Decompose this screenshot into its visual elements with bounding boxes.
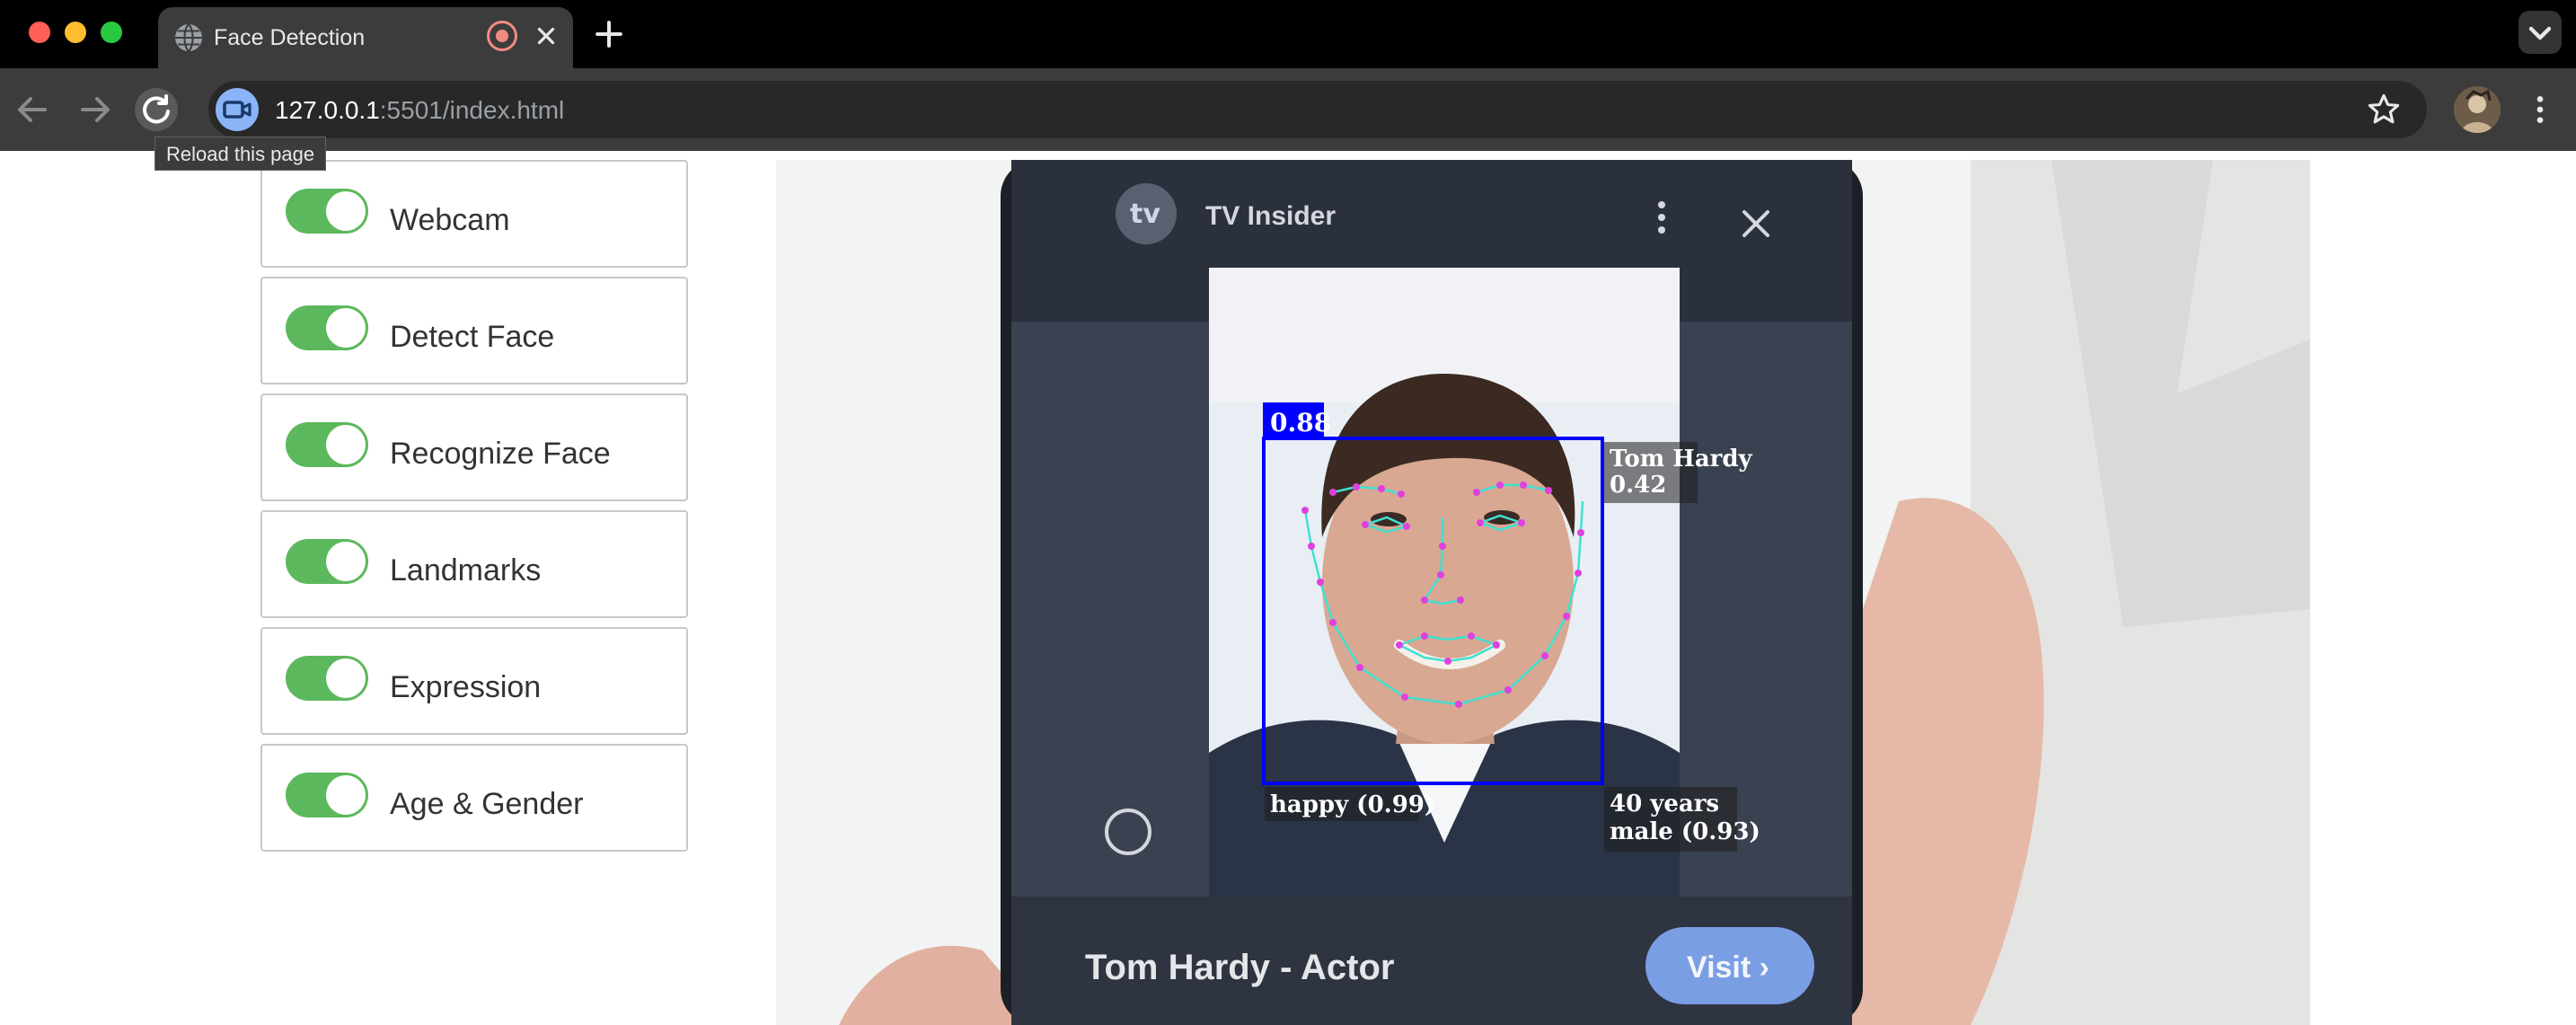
control-label: Landmarks (390, 553, 542, 588)
controls-panel: Webcam Detect Face Recognize Face Landma… (260, 160, 688, 861)
webcam-video: tv TV Insider Tom Hardy - Actor Visit › (776, 160, 2310, 1025)
arrow-right-icon[interactable] (74, 88, 117, 131)
reload-button[interactable] (135, 88, 178, 131)
control-label: Detect Face (390, 320, 555, 354)
webcam-toggle[interactable] (286, 189, 368, 234)
control-expression: Expression (260, 627, 688, 735)
toggle-knob (326, 658, 366, 698)
camera-icon (223, 101, 251, 119)
window-close-button[interactable] (29, 22, 50, 43)
age-gender-toggle[interactable] (286, 773, 368, 817)
recognized-confidence: 0.42 (1610, 472, 1666, 499)
control-detect-face: Detect Face (260, 277, 688, 384)
toggle-knob (326, 425, 366, 464)
phone-caption: Tom Hardy - Actor (1085, 948, 1394, 987)
expression-toggle[interactable] (286, 656, 368, 701)
phone-app-name: TV Insider (1205, 201, 1336, 231)
globe-icon (175, 23, 202, 52)
svg-text:tv: tv (1130, 199, 1160, 230)
webcam-frame: tv TV Insider Tom Hardy - Actor Visit › (776, 160, 2310, 1025)
age-label: 40 years (1610, 791, 1719, 817)
star-icon[interactable] (2364, 90, 2404, 129)
tab-bar: Face Detection (0, 0, 2576, 68)
tab-title: Face Detection (214, 25, 366, 50)
control-landmarks: Landmarks (260, 510, 688, 618)
control-age-gender: Age & Gender (260, 744, 688, 852)
url-host: 127.0.0.1 (275, 96, 380, 124)
close-icon[interactable] (530, 20, 562, 52)
recognize-face-toggle[interactable] (286, 422, 368, 467)
control-label: Expression (390, 670, 542, 704)
control-webcam: Webcam (260, 160, 688, 268)
control-label: Age & Gender (390, 787, 584, 821)
avatar-icon (2454, 86, 2501, 133)
url-text[interactable]: 127.0.0.1:5501/index.html (275, 96, 564, 125)
reload-tooltip: Reload this page (154, 137, 327, 171)
browser-tab[interactable]: Face Detection (158, 7, 573, 68)
toggle-knob (326, 542, 366, 581)
gender-label: male (0.93) (1610, 818, 1760, 845)
browser-toolbar: 127.0.0.1:5501/index.html (0, 68, 2576, 151)
control-recognize-face: Recognize Face (260, 393, 688, 501)
toggle-knob (326, 308, 366, 348)
landmarks-toggle[interactable] (286, 539, 368, 584)
url-path: :5501/index.html (379, 96, 565, 124)
arrow-left-icon[interactable] (11, 88, 54, 131)
kebab-icon[interactable] (2522, 88, 2558, 131)
toggle-knob (326, 775, 366, 815)
profile-avatar[interactable] (2454, 86, 2501, 133)
control-label: Recognize Face (390, 437, 611, 471)
toggle-knob (326, 191, 366, 231)
face-score: 0.88 (1270, 408, 1331, 437)
address-bar[interactable]: 127.0.0.1:5501/index.html (208, 81, 2427, 138)
recording-indicator-icon (487, 21, 517, 51)
window-zoom-button[interactable] (101, 22, 122, 43)
chevron-down-icon (2528, 26, 2552, 40)
tab-search-button[interactable] (2519, 11, 2562, 54)
window-minimize-button[interactable] (65, 22, 86, 43)
camera-permission-chip[interactable] (216, 88, 259, 131)
detect-face-toggle[interactable] (286, 305, 368, 350)
expression-label: happy (0.99) (1270, 791, 1435, 818)
reload-icon (143, 94, 170, 124)
control-label: Webcam (390, 203, 510, 237)
plus-icon[interactable] (589, 14, 629, 54)
svg-text:Visit ›: Visit › (1687, 950, 1769, 985)
recognized-name: Tom Hardy (1610, 446, 1753, 473)
